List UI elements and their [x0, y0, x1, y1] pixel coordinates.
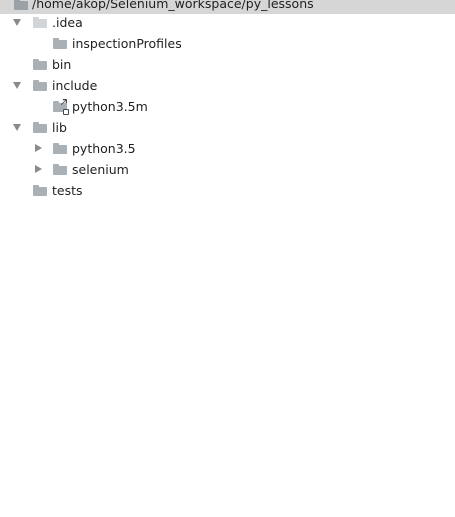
chevron-right-icon[interactable] — [35, 165, 42, 173]
tree-item-label: selenium — [72, 162, 129, 177]
folder-icon — [33, 59, 47, 70]
folder-icon — [33, 185, 47, 196]
tree-item-python35m[interactable]: python3.5m — [0, 96, 455, 117]
folder-icon — [14, 0, 28, 10]
tree-item-label: python3.5 — [72, 141, 136, 156]
tree-item-label: include — [52, 78, 98, 93]
project-tree: /home/akop/Selenium_workspace/py_lessons… — [0, 0, 455, 517]
tree-item-lib[interactable]: lib — [0, 117, 455, 138]
lock-icon — [63, 109, 69, 115]
tree-item-label: .idea — [52, 15, 83, 30]
tree-item-label: inspectionProfiles — [72, 36, 182, 51]
tree-item-python35[interactable]: python3.5 — [0, 138, 455, 159]
tree-item-bin[interactable]: bin — [0, 54, 455, 75]
tree-item-idea[interactable]: .idea — [0, 12, 455, 33]
folder-icon — [53, 38, 67, 49]
folder-icon — [33, 122, 47, 133]
chevron-down-icon[interactable] — [13, 82, 21, 89]
tree-item-selenium[interactable]: selenium — [0, 159, 455, 180]
tree-item-label: lib — [52, 120, 67, 135]
tree-item-inspectionprofiles[interactable]: inspectionProfiles — [0, 33, 455, 54]
tree-item-tests[interactable]: tests — [0, 180, 455, 201]
folder-icon — [53, 164, 67, 175]
folder-icon — [33, 80, 47, 91]
folder-icon — [33, 17, 47, 28]
tree-item-label: bin — [52, 57, 72, 72]
tree-item-label: python3.5m — [72, 99, 148, 114]
chevron-down-icon[interactable] — [13, 124, 21, 131]
chevron-right-icon[interactable] — [35, 144, 42, 152]
tree-item-label: tests — [52, 183, 83, 198]
tree-item-include[interactable]: include — [0, 75, 455, 96]
chevron-down-icon[interactable] — [13, 19, 21, 26]
folder-icon — [53, 143, 67, 154]
